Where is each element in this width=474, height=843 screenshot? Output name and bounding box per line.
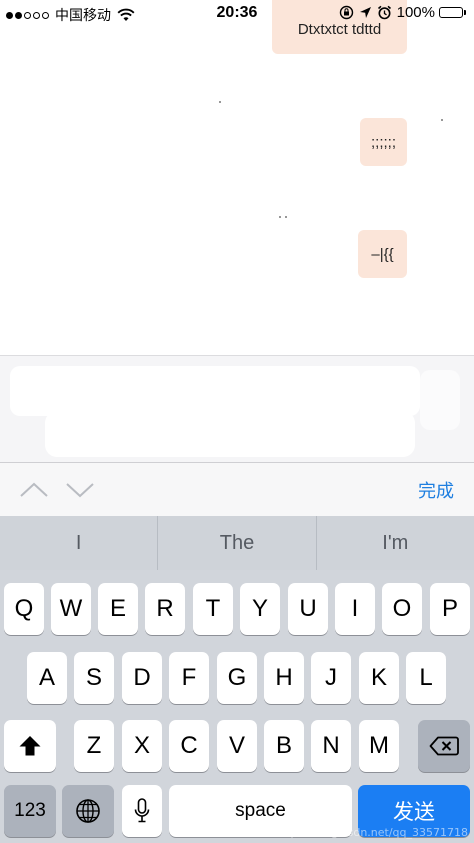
previous-field-icon[interactable] xyxy=(18,479,50,501)
key-v[interactable]: V xyxy=(217,720,257,772)
key-x[interactable]: X xyxy=(122,720,162,772)
shift-icon xyxy=(19,736,41,756)
keyboard-accessory-bar: 完成 xyxy=(0,462,474,516)
key-w[interactable]: W xyxy=(51,583,91,635)
suggestion-item[interactable]: The xyxy=(158,516,317,570)
screen: Dtxtxtct tdttd ;;;;;; –|{{ 中国移动 20:36 10… xyxy=(0,0,474,843)
key-o[interactable]: O xyxy=(382,583,422,635)
key-k[interactable]: K xyxy=(359,652,399,704)
key-p[interactable]: P xyxy=(430,583,470,635)
suggestion-item[interactable]: I'm xyxy=(317,516,474,570)
key-b[interactable]: B xyxy=(264,720,304,772)
predictive-suggestion-bar: I The I'm xyxy=(0,516,474,570)
key-y[interactable]: Y xyxy=(240,583,280,635)
input-side-overlay xyxy=(420,370,460,430)
battery-icon xyxy=(439,7,466,18)
message-bubble[interactable]: ;;;;;; xyxy=(360,118,407,166)
done-button[interactable]: 完成 xyxy=(418,477,454,503)
keyboard: Q W E R T Y U I O P A S D F G H J K L Z … xyxy=(0,570,474,843)
message-text: ;;;;;; xyxy=(370,133,396,151)
battery-percent: 100% xyxy=(396,4,435,21)
microphone-icon xyxy=(134,798,150,823)
numbers-key[interactable]: 123 xyxy=(4,785,56,837)
send-label: 发送 xyxy=(393,800,435,824)
key-d[interactable]: D xyxy=(122,652,162,704)
key-h[interactable]: H xyxy=(264,652,304,704)
suggestion-item[interactable]: I xyxy=(0,516,159,570)
key-j[interactable]: J xyxy=(311,652,351,704)
key-t[interactable]: T xyxy=(193,583,233,635)
dictation-key[interactable] xyxy=(122,785,162,837)
status-bar: 中国移动 20:36 100% xyxy=(0,0,474,28)
delete-key[interactable] xyxy=(418,720,470,772)
globe-key[interactable] xyxy=(62,785,114,837)
orientation-lock-icon xyxy=(339,5,353,20)
key-n[interactable]: N xyxy=(311,720,351,772)
alarm-icon xyxy=(377,5,391,20)
key-l[interactable]: L xyxy=(406,652,446,704)
speck xyxy=(279,216,281,218)
send-key[interactable]: 发送 xyxy=(358,785,470,837)
backspace-icon xyxy=(429,736,459,756)
key-s[interactable]: S xyxy=(74,652,114,704)
chat-area[interactable]: Dtxtxtct tdttd ;;;;;; –|{{ xyxy=(0,0,474,355)
key-q[interactable]: Q xyxy=(4,583,44,635)
shift-key[interactable] xyxy=(4,720,56,772)
key-m[interactable]: M xyxy=(359,720,399,772)
key-i[interactable]: I xyxy=(335,583,375,635)
key-e[interactable]: E xyxy=(98,583,138,635)
message-input-area[interactable] xyxy=(0,355,474,462)
key-r[interactable]: R xyxy=(145,583,185,635)
message-input[interactable] xyxy=(10,366,420,416)
speck xyxy=(219,101,221,103)
speck xyxy=(285,216,287,218)
globe-icon xyxy=(76,799,100,823)
speck xyxy=(441,119,443,121)
key-a[interactable]: A xyxy=(27,652,67,704)
space-key[interactable]: space xyxy=(169,785,352,837)
key-u[interactable]: U xyxy=(288,583,328,635)
key-g[interactable]: G xyxy=(217,652,257,704)
message-input-overlay xyxy=(45,411,415,457)
key-z[interactable]: Z xyxy=(74,720,114,772)
location-icon xyxy=(359,7,371,18)
key-c[interactable]: C xyxy=(169,720,209,772)
message-text: –|{{ xyxy=(371,245,394,263)
message-bubble[interactable]: –|{{ xyxy=(358,230,407,278)
next-field-icon[interactable] xyxy=(64,479,96,501)
key-f[interactable]: F xyxy=(169,652,209,704)
